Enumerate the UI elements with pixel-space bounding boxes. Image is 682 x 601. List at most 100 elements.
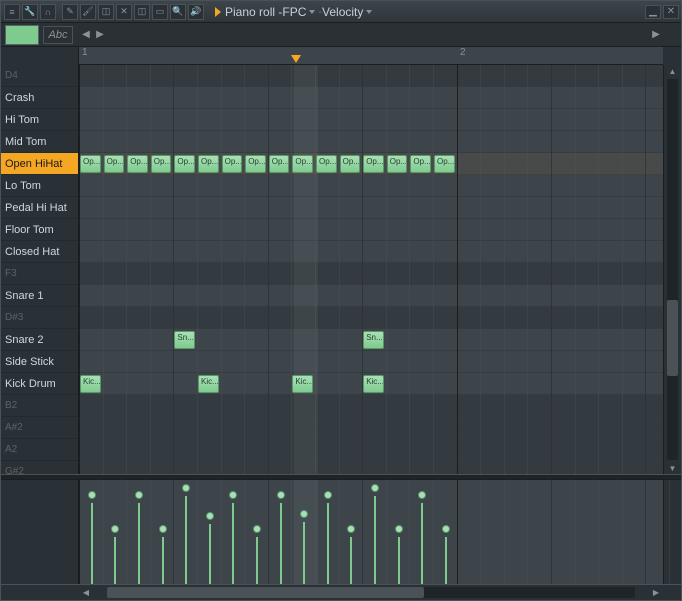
key-closed-hat[interactable]: Closed Hat — [1, 241, 78, 263]
play-tool-icon[interactable]: 🔊 — [188, 4, 204, 20]
note[interactable]: Sn... — [174, 331, 195, 349]
key-kick-drum[interactable]: Kick Drum — [1, 373, 78, 395]
key-f3[interactable]: F3 — [1, 263, 78, 285]
key-side-stick[interactable]: Side Stick — [1, 351, 78, 373]
velocity-handle[interactable] — [135, 491, 143, 499]
note-grid[interactable]: Op...Op...Op...Op...Op...Op...Op...Op...… — [79, 65, 663, 474]
zoom-icon[interactable]: 🔍 — [170, 4, 186, 20]
key-pedal-hi-hat[interactable]: Pedal Hi Hat — [1, 197, 78, 219]
key-d4[interactable]: D4 — [1, 65, 78, 87]
key-b2[interactable]: B2 — [1, 395, 78, 417]
control-mode[interactable]: Velocity — [322, 5, 363, 19]
minimize-button[interactable]: ▁ — [645, 5, 661, 19]
scroll-left-icon[interactable]: ◀ — [79, 585, 93, 600]
scroll-down-icon[interactable]: ▼ — [664, 462, 681, 474]
velocity-bar[interactable] — [256, 537, 258, 584]
note[interactable]: Op... — [269, 155, 290, 173]
key-a#2[interactable]: A#2 — [1, 417, 78, 439]
note[interactable]: Op... — [127, 155, 148, 173]
key-mid-tom[interactable]: Mid Tom — [1, 131, 78, 153]
velocity-bar[interactable] — [280, 503, 282, 584]
note[interactable]: Op... — [151, 155, 172, 173]
note[interactable]: Op... — [174, 155, 195, 173]
velocity-bar[interactable] — [350, 537, 352, 584]
velocity-handle[interactable] — [159, 525, 167, 533]
nav-prev-icon[interactable]: ◀ — [79, 28, 93, 42]
velocity-handle[interactable] — [347, 525, 355, 533]
note[interactable]: Op... — [340, 155, 361, 173]
velocity-bar[interactable] — [303, 522, 305, 584]
velocity-handle[interactable] — [418, 491, 426, 499]
velocity-bar[interactable] — [398, 537, 400, 584]
note[interactable]: Kic... — [292, 375, 313, 393]
magnet-icon[interactable]: ∩ — [40, 4, 56, 20]
note[interactable]: Op... — [198, 155, 219, 173]
scroll-up-icon[interactable]: ▲ — [664, 65, 681, 77]
velocity-bar[interactable] — [445, 537, 447, 584]
brush-icon[interactable]: 🖌 — [80, 4, 96, 20]
mode-dropdown-icon[interactable] — [365, 8, 373, 16]
note[interactable]: Op... — [434, 155, 455, 173]
velocity-handle[interactable] — [88, 491, 96, 499]
note[interactable]: Op... — [363, 155, 384, 173]
note[interactable]: Op... — [80, 155, 101, 173]
abc-toggle[interactable]: Abc — [43, 26, 73, 44]
timeline-ruler[interactable]: 12 — [79, 47, 663, 65]
velocity-bar[interactable] — [232, 503, 234, 584]
mute-icon[interactable]: ✕ — [116, 4, 132, 20]
velocity-bar[interactable] — [327, 503, 329, 584]
key-a2[interactable]: A2 — [1, 439, 78, 461]
key-d#3[interactable]: D#3 — [1, 307, 78, 329]
velocity-bar[interactable] — [185, 496, 187, 584]
velocity-handle[interactable] — [229, 491, 237, 499]
key-snare-2[interactable]: Snare 2 — [1, 329, 78, 351]
erase-icon[interactable]: ◫ — [98, 4, 114, 20]
key-g#2[interactable]: G#2 — [1, 461, 78, 474]
velocity-bar[interactable] — [91, 503, 93, 584]
vertical-scrollbar[interactable]: ▲ ▼ — [663, 65, 681, 474]
note-color-swatch[interactable] — [5, 25, 39, 45]
select-icon[interactable]: ▭ — [152, 4, 168, 20]
scroll-right-icon[interactable]: ▶ — [649, 585, 663, 600]
slice-icon[interactable]: ◫ — [134, 4, 150, 20]
note[interactable]: Kic... — [198, 375, 219, 393]
pencil-icon[interactable]: ✎ — [62, 4, 78, 20]
channel-name[interactable]: FPC — [282, 5, 306, 19]
velocity-bar[interactable] — [138, 503, 140, 584]
velocity-handle[interactable] — [111, 525, 119, 533]
note[interactable]: Op... — [222, 155, 243, 173]
note[interactable]: Op... — [245, 155, 266, 173]
scroll-thumb-v[interactable] — [667, 300, 678, 376]
horizontal-scrollbar[interactable] — [107, 587, 635, 598]
key-snare-1[interactable]: Snare 1 — [1, 285, 78, 307]
key-hi-tom[interactable]: Hi Tom — [1, 109, 78, 131]
menu-icon[interactable]: ≡ — [4, 4, 20, 20]
velocity-handle[interactable] — [371, 484, 379, 492]
nav-next-icon[interactable]: ▶ — [93, 28, 107, 42]
velocity-handle[interactable] — [442, 525, 450, 533]
channel-dropdown-icon[interactable] — [308, 8, 316, 16]
velocity-bar[interactable] — [162, 537, 164, 584]
note[interactable]: Kic... — [80, 375, 101, 393]
key-open-hihat[interactable]: Open HiHat — [1, 153, 78, 175]
playhead-marker[interactable] — [291, 55, 301, 63]
velocity-handle[interactable] — [253, 525, 261, 533]
nav-end-icon[interactable]: ▶ — [649, 28, 663, 42]
velocity-bar[interactable] — [209, 524, 211, 584]
velocity-handle[interactable] — [324, 491, 332, 499]
key-floor-tom[interactable]: Floor Tom — [1, 219, 78, 241]
wrench-icon[interactable]: 🔧 — [22, 4, 38, 20]
close-button[interactable]: ✕ — [663, 5, 679, 19]
velocity-grid[interactable] — [79, 480, 663, 584]
note[interactable]: Op... — [410, 155, 431, 173]
scroll-thumb-h[interactable] — [107, 587, 424, 598]
velocity-handle[interactable] — [182, 484, 190, 492]
note[interactable]: Op... — [104, 155, 125, 173]
velocity-handle[interactable] — [206, 512, 214, 520]
note[interactable]: Op... — [292, 155, 313, 173]
velocity-handle[interactable] — [300, 510, 308, 518]
note[interactable]: Sn... — [363, 331, 384, 349]
velocity-handle[interactable] — [277, 491, 285, 499]
velocity-bar[interactable] — [374, 496, 376, 584]
velocity-bar[interactable] — [421, 503, 423, 584]
